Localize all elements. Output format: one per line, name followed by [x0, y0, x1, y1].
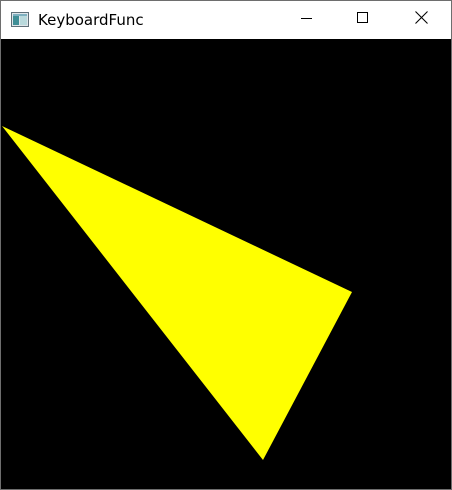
minimize-icon: [301, 11, 313, 29]
close-icon: [414, 11, 428, 29]
app-window: KeyboardFunc: [0, 0, 452, 490]
application-window-icon: [11, 12, 29, 27]
minimize-button[interactable]: [279, 1, 335, 39]
maximize-icon: [357, 11, 369, 29]
title-bar[interactable]: KeyboardFunc: [1, 1, 451, 39]
canvas-drawing: [1, 39, 451, 489]
close-button[interactable]: [393, 1, 449, 39]
window-title: KeyboardFunc: [38, 11, 144, 29]
render-canvas[interactable]: [1, 39, 451, 489]
maximize-button[interactable]: [335, 1, 391, 39]
